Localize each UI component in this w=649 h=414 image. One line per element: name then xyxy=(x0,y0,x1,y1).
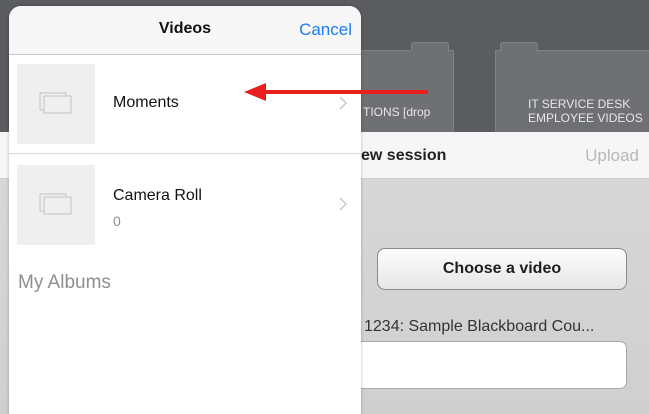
folder-label: IT SERVICE DESK EMPLOYEE VIDEOS xyxy=(528,97,643,125)
choose-video-button[interactable]: Choose a video xyxy=(377,248,627,290)
album-placeholder-icon xyxy=(39,193,72,215)
upload-button[interactable]: Upload xyxy=(585,146,639,166)
album-count: 0 xyxy=(113,213,121,229)
folder-tab xyxy=(411,42,449,52)
video-picker-popover: Videos Cancel Moments Camera Roll 0 My A… xyxy=(9,6,361,414)
album-placeholder-icon xyxy=(39,92,72,114)
folder-tab xyxy=(500,42,538,52)
section-header-my-albums: My Albums xyxy=(18,272,111,293)
screen: TIONS [drop IT SERVICE DESK EMPLOYEE VID… xyxy=(0,0,649,414)
chevron-right-icon xyxy=(339,197,347,211)
album-name: Camera Roll xyxy=(113,187,202,204)
cancel-button[interactable]: Cancel xyxy=(299,20,352,40)
album-row-moments[interactable]: Moments xyxy=(9,54,361,154)
course-label: 1234: Sample Blackboard Cou... xyxy=(364,318,595,335)
album-thumbnail xyxy=(17,64,95,144)
album-name: Moments xyxy=(113,94,179,111)
folder-label: TIONS [drop xyxy=(363,105,431,119)
annotation-arrow-icon xyxy=(244,83,428,101)
row-divider xyxy=(9,153,361,154)
album-row-camera-roll[interactable]: Camera Roll 0 xyxy=(9,155,361,255)
session-name-field[interactable] xyxy=(340,341,627,389)
folder-tile[interactable]: IT SERVICE DESK EMPLOYEE VIDEOS xyxy=(495,42,649,142)
picker-nav-bar: Videos Cancel xyxy=(9,6,361,55)
session-title: ew session xyxy=(361,147,447,164)
album-thumbnail xyxy=(17,165,95,245)
